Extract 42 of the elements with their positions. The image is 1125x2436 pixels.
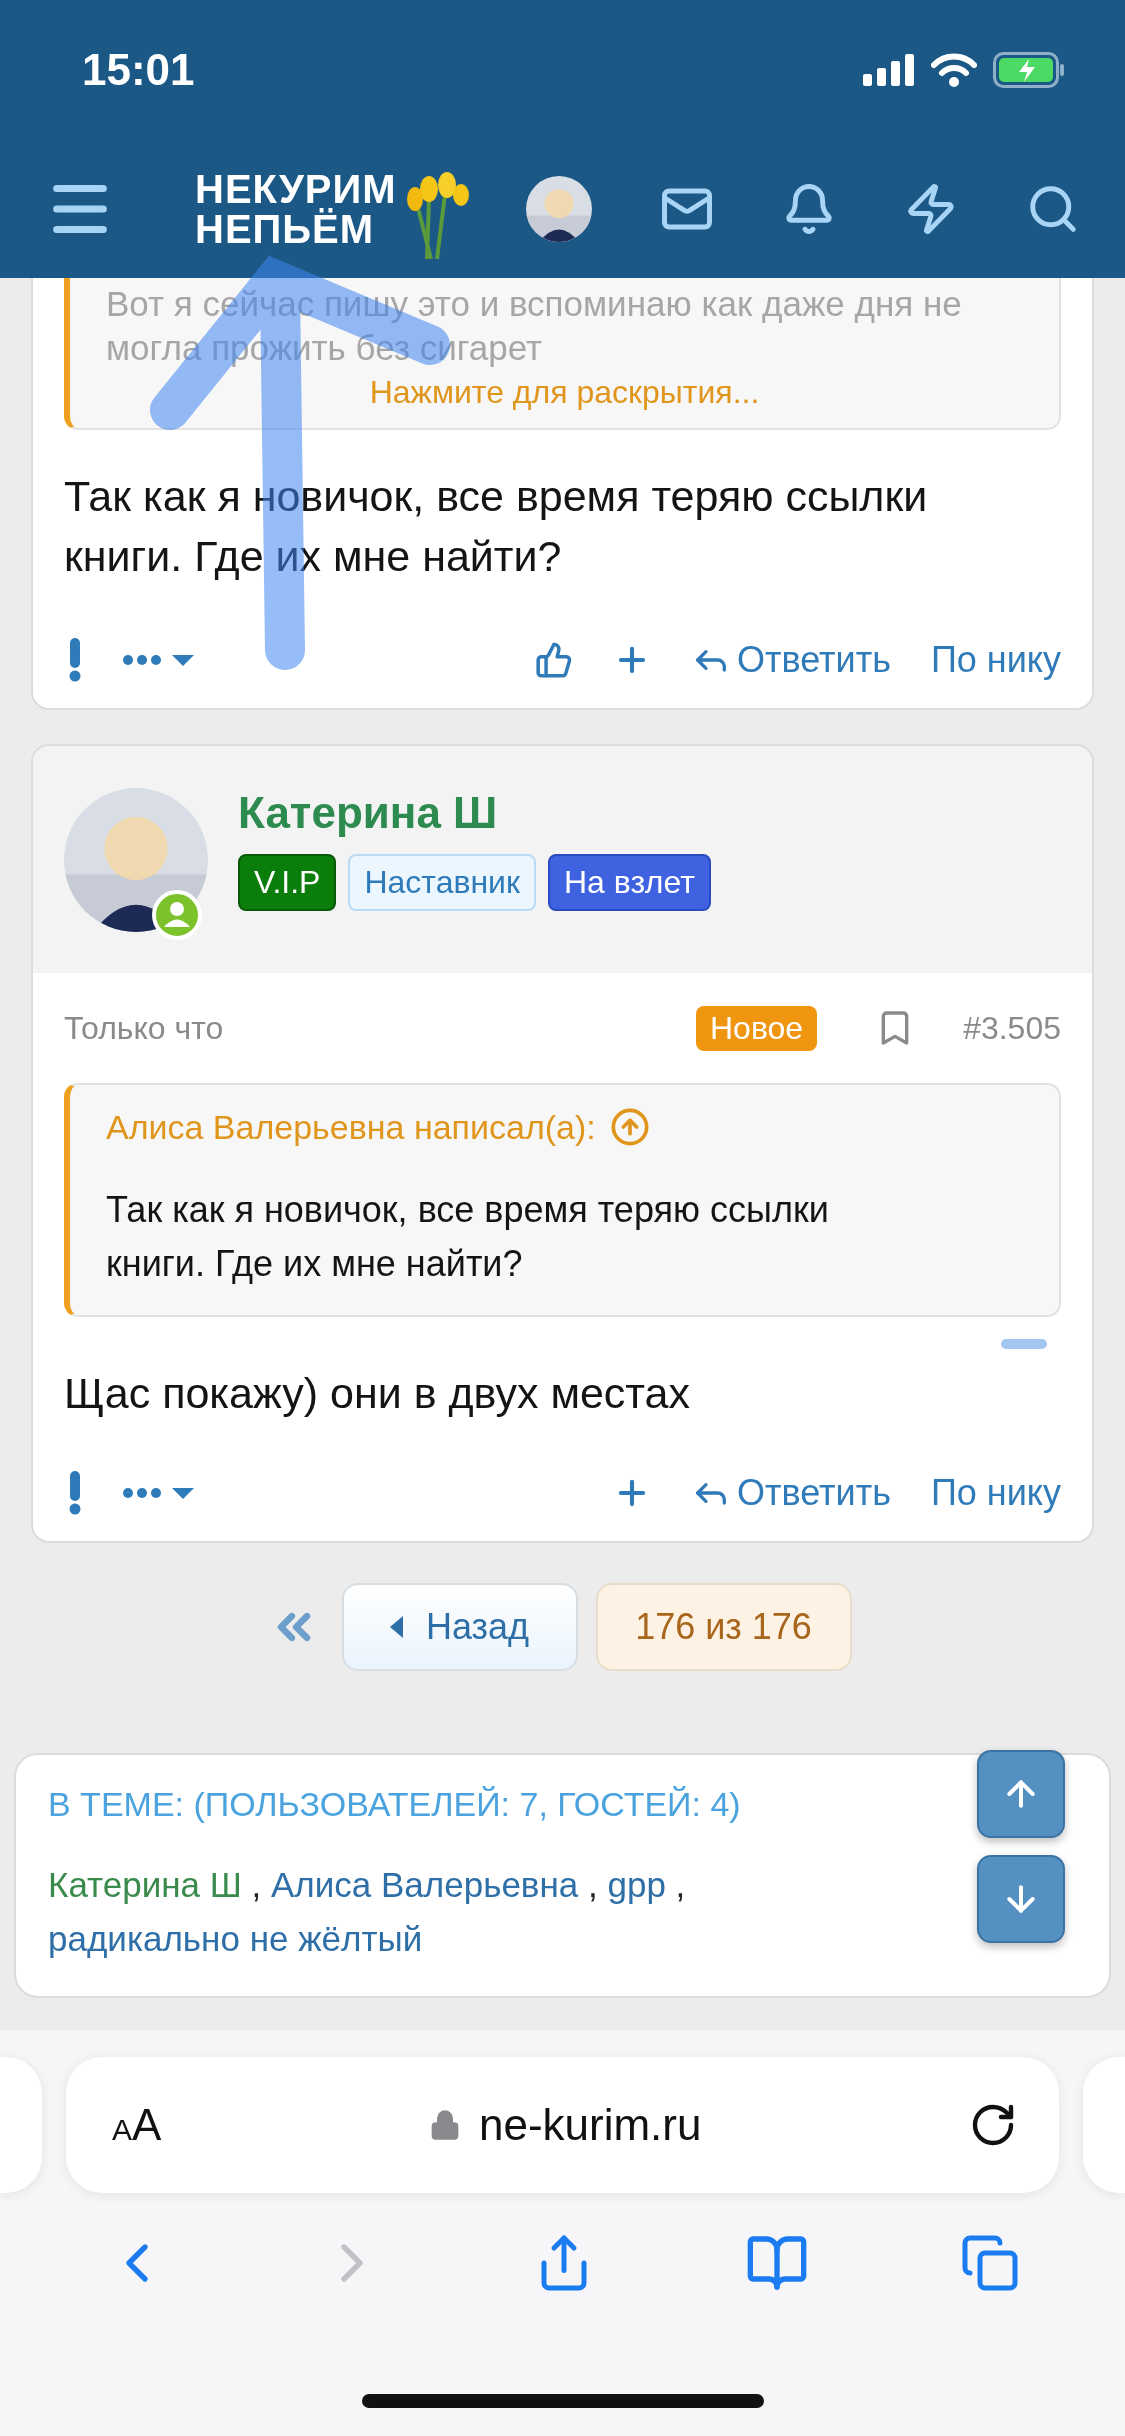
by-nick-link[interactable]: По нику [930, 1472, 1061, 1514]
separator: , [674, 1865, 686, 1904]
user-link[interactable]: Катерина Ш [48, 1865, 242, 1904]
signal-icon [863, 54, 915, 86]
wifi-icon [931, 53, 977, 87]
page-indicator[interactable]: 176 из 176 [595, 1583, 852, 1671]
scroll-up-button[interactable] [977, 1750, 1065, 1838]
separator: , [587, 1865, 599, 1904]
user-title-tag: Наставник [348, 854, 536, 911]
post-text: Щас покажу) они в двух местах [64, 1368, 691, 1419]
author-name[interactable]: Катерина Ш [238, 788, 711, 838]
scroll-down-button[interactable] [977, 1855, 1065, 1943]
post-text: Так как я новичок, все время теряю ссылки книги. Где их мне найти? [64, 471, 929, 582]
online-users-title: В ТЕМЕ: (ПОЛЬЗОВАТЕЛЕЙ: 7, ГОСТЕЙ: 4) [48, 1785, 741, 1824]
caret-icon [389, 1616, 404, 1638]
user-link[interactable]: радикально не жёлтый [48, 1919, 423, 1958]
by-nick-link[interactable]: По нику [930, 639, 1061, 681]
jump-up-icon[interactable] [609, 1107, 650, 1147]
quote-author-link[interactable]: Алиса Валерьевна написал(а): [106, 1107, 1023, 1147]
back-button[interactable]: Назад [341, 1583, 578, 1671]
quote-text: Так как я новичок, все время теряю ссылки книги. Где их мне найти? [106, 1188, 830, 1286]
like-button[interactable] [535, 641, 574, 679]
user-link[interactable]: Алиса Валерьевна [271, 1865, 579, 1904]
separator: , [250, 1865, 263, 1904]
scribble-mark [1001, 1339, 1047, 1349]
url-text: ne-kurim.ru [428, 2100, 702, 2150]
reply-button[interactable]: Ответить [691, 1472, 891, 1514]
post-time: Только что [64, 1009, 224, 1047]
user-link[interactable]: gpp [607, 1865, 666, 1904]
user-title-tag: V.I.P [238, 854, 337, 911]
user-title-tag: На взлет [547, 854, 711, 911]
report-icon[interactable] [68, 1471, 82, 1515]
expand-link[interactable]: Нажмите для раскрытия... [369, 370, 760, 414]
address-bar[interactable]: AA ne-kurim.ru [66, 2057, 1059, 2193]
post-number[interactable]: #3.505 [963, 1009, 1061, 1047]
text-size-button[interactable]: AA [112, 2100, 162, 2150]
site-logo[interactable]: НЕКУРИМ НЕПЬЁМ [195, 159, 477, 259]
new-label: Новое [696, 1005, 818, 1051]
reply-button[interactable]: Ответить [691, 639, 891, 681]
status-time: 15:01 [82, 45, 195, 95]
report-icon[interactable] [68, 638, 82, 682]
battery-icon [993, 52, 1065, 88]
